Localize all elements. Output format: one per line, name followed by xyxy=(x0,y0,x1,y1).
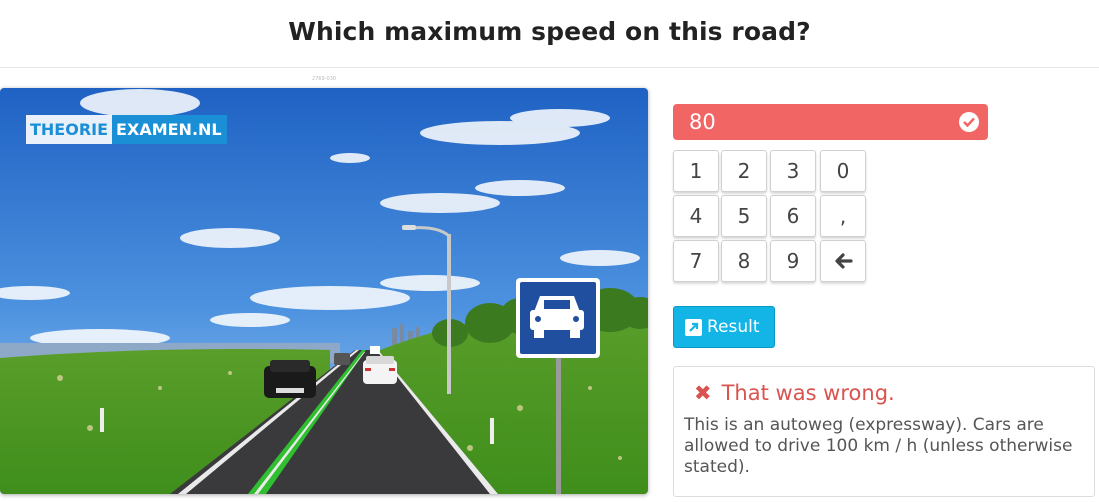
logo-part1: THEORIE xyxy=(26,115,113,144)
answer-field[interactable]: 80 xyxy=(673,104,988,140)
key-0[interactable]: 0 xyxy=(820,150,866,192)
cross-icon: ✖ xyxy=(694,381,712,405)
key-5[interactable]: 5 xyxy=(721,195,767,237)
key-9[interactable]: 9 xyxy=(770,240,816,282)
logo-part2: EXAMEN.NL xyxy=(112,115,227,144)
key-6[interactable]: 6 xyxy=(770,195,816,237)
result-button[interactable]: Result xyxy=(673,306,775,348)
key-2[interactable]: 2 xyxy=(721,150,767,192)
key-comma[interactable]: , xyxy=(820,195,866,237)
key-3[interactable]: 3 xyxy=(770,150,816,192)
answer-value: 80 xyxy=(689,110,716,134)
key-7[interactable]: 7 xyxy=(673,240,719,282)
feedback-panel: ✖ That was wrong. This is an autoweg (ex… xyxy=(673,366,1095,497)
check-circle-icon xyxy=(959,112,979,132)
key-backspace[interactable] xyxy=(820,240,866,282)
feedback-title: That was wrong. xyxy=(721,381,895,405)
result-button-label: Result xyxy=(707,317,760,337)
feedback-title-row: ✖ That was wrong. xyxy=(694,381,1084,405)
white-car xyxy=(363,356,397,384)
backspace-arrow-icon xyxy=(835,253,853,269)
question-title: Which maximum speed on this road? xyxy=(288,17,811,46)
key-4[interactable]: 4 xyxy=(673,195,719,237)
external-link-icon xyxy=(685,318,702,336)
logo: THEORIE EXAMEN.NL xyxy=(26,115,227,144)
image-caption: 2769-030 xyxy=(312,76,337,82)
black-car xyxy=(264,360,316,398)
page-header: Which maximum speed on this road? xyxy=(0,0,1099,68)
key-8[interactable]: 8 xyxy=(721,240,767,282)
question-image: THEORIE EXAMEN.NL xyxy=(0,88,648,494)
key-1[interactable]: 1 xyxy=(673,150,719,192)
feedback-text: This is an autoweg (expressway). Cars ar… xyxy=(684,415,1073,477)
